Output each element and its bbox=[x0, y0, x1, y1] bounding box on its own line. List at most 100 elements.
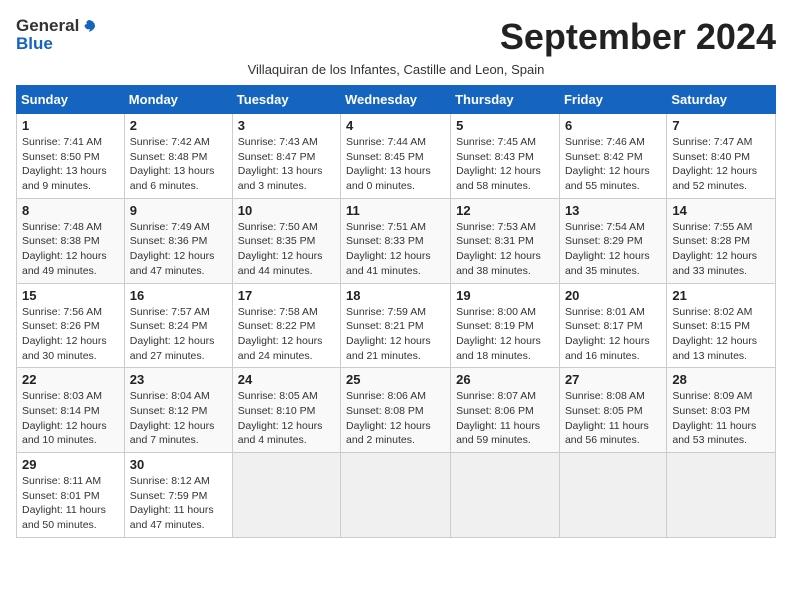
day-number: 16 bbox=[130, 288, 227, 303]
table-row bbox=[559, 453, 666, 538]
day-number: 25 bbox=[346, 372, 445, 387]
day-number: 27 bbox=[565, 372, 661, 387]
day-number: 12 bbox=[456, 203, 554, 218]
day-info: Sunrise: 8:05 AM Sunset: 8:10 PM Dayligh… bbox=[238, 390, 323, 446]
day-number: 13 bbox=[565, 203, 661, 218]
day-info: Sunrise: 8:01 AM Sunset: 8:17 PM Dayligh… bbox=[565, 306, 650, 362]
day-number: 11 bbox=[346, 203, 445, 218]
table-row: 7 Sunrise: 7:47 AM Sunset: 8:40 PM Daylig… bbox=[667, 114, 776, 199]
day-number: 2 bbox=[130, 118, 227, 133]
day-info: Sunrise: 8:06 AM Sunset: 8:08 PM Dayligh… bbox=[346, 390, 431, 446]
day-info: Sunrise: 7:59 AM Sunset: 8:21 PM Dayligh… bbox=[346, 306, 431, 362]
logo: General Blue bbox=[16, 16, 97, 54]
day-number: 15 bbox=[22, 288, 119, 303]
day-info: Sunrise: 7:58 AM Sunset: 8:22 PM Dayligh… bbox=[238, 306, 323, 362]
day-number: 21 bbox=[672, 288, 770, 303]
day-info: Sunrise: 7:51 AM Sunset: 8:33 PM Dayligh… bbox=[346, 221, 431, 277]
day-number: 20 bbox=[565, 288, 661, 303]
table-row: 5 Sunrise: 7:45 AM Sunset: 8:43 PM Daylig… bbox=[451, 114, 560, 199]
col-thursday: Thursday bbox=[451, 86, 560, 114]
day-number: 4 bbox=[346, 118, 445, 133]
day-info: Sunrise: 7:57 AM Sunset: 8:24 PM Dayligh… bbox=[130, 306, 215, 362]
table-row: 15 Sunrise: 7:56 AM Sunset: 8:26 PM Dayli… bbox=[17, 283, 125, 368]
day-info: Sunrise: 8:07 AM Sunset: 8:06 PM Dayligh… bbox=[456, 390, 540, 446]
table-row: 27Sunrise: 8:08 AM Sunset: 8:05 PM Dayli… bbox=[559, 368, 666, 453]
day-info: Sunrise: 7:56 AM Sunset: 8:26 PM Dayligh… bbox=[22, 306, 107, 362]
table-row: 22Sunrise: 8:03 AM Sunset: 8:14 PM Dayli… bbox=[17, 368, 125, 453]
day-number: 8 bbox=[22, 203, 119, 218]
day-number: 5 bbox=[456, 118, 554, 133]
day-info: Sunrise: 8:04 AM Sunset: 8:12 PM Dayligh… bbox=[130, 390, 215, 446]
day-number: 6 bbox=[565, 118, 661, 133]
day-info: Sunrise: 7:53 AM Sunset: 8:31 PM Dayligh… bbox=[456, 221, 541, 277]
table-row: 21 Sunrise: 8:02 AM Sunset: 8:15 PM Dayli… bbox=[667, 283, 776, 368]
day-info: Sunrise: 8:02 AM Sunset: 8:15 PM Dayligh… bbox=[672, 306, 757, 362]
day-info: Sunrise: 7:44 AM Sunset: 8:45 PM Dayligh… bbox=[346, 136, 431, 192]
table-row: 12 Sunrise: 7:53 AM Sunset: 8:31 PM Dayli… bbox=[451, 198, 560, 283]
day-number: 14 bbox=[672, 203, 770, 218]
logo-bird-icon bbox=[81, 18, 97, 34]
table-row: 26 Sunrise: 8:07 AM Sunset: 8:06 PM Dayli… bbox=[451, 368, 560, 453]
day-number: 23 bbox=[130, 372, 227, 387]
table-row bbox=[451, 453, 560, 538]
day-info: Sunrise: 8:03 AM Sunset: 8:14 PM Dayligh… bbox=[22, 390, 107, 446]
day-number: 9 bbox=[130, 203, 227, 218]
col-monday: Monday bbox=[124, 86, 232, 114]
logo-blue: Blue bbox=[16, 34, 97, 54]
table-row: 17 Sunrise: 7:58 AM Sunset: 8:22 PM Dayli… bbox=[232, 283, 340, 368]
table-row: 30Sunrise: 8:12 AM Sunset: 7:59 PM Dayli… bbox=[124, 453, 232, 538]
page-header: General Blue September 2024 bbox=[16, 16, 776, 58]
table-row: 16 Sunrise: 7:57 AM Sunset: 8:24 PM Dayli… bbox=[124, 283, 232, 368]
day-number: 7 bbox=[672, 118, 770, 133]
day-info: Sunrise: 7:45 AM Sunset: 8:43 PM Dayligh… bbox=[456, 136, 541, 192]
table-row: 20 Sunrise: 8:01 AM Sunset: 8:17 PM Dayli… bbox=[559, 283, 666, 368]
day-info: Sunrise: 7:47 AM Sunset: 8:40 PM Dayligh… bbox=[672, 136, 757, 192]
day-info: Sunrise: 7:55 AM Sunset: 8:28 PM Dayligh… bbox=[672, 221, 757, 277]
day-info: Sunrise: 8:00 AM Sunset: 8:19 PM Dayligh… bbox=[456, 306, 541, 362]
day-info: Sunrise: 7:50 AM Sunset: 8:35 PM Dayligh… bbox=[238, 221, 323, 277]
table-row: 3Sunrise: 7:43 AM Sunset: 8:47 PM Daylig… bbox=[232, 114, 340, 199]
table-row bbox=[667, 453, 776, 538]
day-number: 10 bbox=[238, 203, 335, 218]
table-row: 29Sunrise: 8:11 AM Sunset: 8:01 PM Dayli… bbox=[17, 453, 125, 538]
table-row: 18 Sunrise: 7:59 AM Sunset: 8:21 PM Dayli… bbox=[341, 283, 451, 368]
day-number: 18 bbox=[346, 288, 445, 303]
table-row: 4 Sunrise: 7:44 AM Sunset: 8:45 PM Daylig… bbox=[341, 114, 451, 199]
table-row: 11 Sunrise: 7:51 AM Sunset: 8:33 PM Dayli… bbox=[341, 198, 451, 283]
col-sunday: Sunday bbox=[17, 86, 125, 114]
table-row: 8 Sunrise: 7:48 AM Sunset: 8:38 PM Daylig… bbox=[17, 198, 125, 283]
day-number: 24 bbox=[238, 372, 335, 387]
day-info: Sunrise: 8:11 AM Sunset: 8:01 PM Dayligh… bbox=[22, 475, 106, 531]
day-number: 19 bbox=[456, 288, 554, 303]
month-title: September 2024 bbox=[500, 16, 776, 58]
day-number: 26 bbox=[456, 372, 554, 387]
table-row bbox=[232, 453, 340, 538]
day-info: Sunrise: 7:43 AM Sunset: 8:47 PM Dayligh… bbox=[238, 136, 323, 192]
calendar-table: Sunday Monday Tuesday Wednesday Thursday… bbox=[16, 85, 776, 538]
day-info: Sunrise: 7:42 AM Sunset: 8:48 PM Dayligh… bbox=[130, 136, 215, 192]
col-friday: Friday bbox=[559, 86, 666, 114]
table-row: 14 Sunrise: 7:55 AM Sunset: 8:28 PM Dayli… bbox=[667, 198, 776, 283]
table-row: 1 Sunrise: 7:41 AM Sunset: 8:50 PM Daylig… bbox=[17, 114, 125, 199]
day-number: 1 bbox=[22, 118, 119, 133]
subtitle: Villaquiran de los Infantes, Castille an… bbox=[16, 62, 776, 77]
table-row: 6 Sunrise: 7:46 AM Sunset: 8:42 PM Daylig… bbox=[559, 114, 666, 199]
day-info: Sunrise: 7:54 AM Sunset: 8:29 PM Dayligh… bbox=[565, 221, 650, 277]
day-number: 28 bbox=[672, 372, 770, 387]
table-row: 13 Sunrise: 7:54 AM Sunset: 8:29 PM Dayli… bbox=[559, 198, 666, 283]
day-number: 30 bbox=[130, 457, 227, 472]
table-row: 10 Sunrise: 7:50 AM Sunset: 8:35 PM Dayli… bbox=[232, 198, 340, 283]
day-info: Sunrise: 7:49 AM Sunset: 8:36 PM Dayligh… bbox=[130, 221, 215, 277]
day-number: 17 bbox=[238, 288, 335, 303]
day-info: Sunrise: 7:46 AM Sunset: 8:42 PM Dayligh… bbox=[565, 136, 650, 192]
logo-general: General bbox=[16, 16, 79, 36]
day-info: Sunrise: 7:48 AM Sunset: 8:38 PM Dayligh… bbox=[22, 221, 107, 277]
table-row: 23 Sunrise: 8:04 AM Sunset: 8:12 PM Dayli… bbox=[124, 368, 232, 453]
table-row: 19 Sunrise: 8:00 AM Sunset: 8:19 PM Dayli… bbox=[451, 283, 560, 368]
table-row bbox=[341, 453, 451, 538]
table-row: 9 Sunrise: 7:49 AM Sunset: 8:36 PM Daylig… bbox=[124, 198, 232, 283]
table-row: 28Sunrise: 8:09 AM Sunset: 8:03 PM Dayli… bbox=[667, 368, 776, 453]
table-row: 25 Sunrise: 8:06 AM Sunset: 8:08 PM Dayli… bbox=[341, 368, 451, 453]
day-info: Sunrise: 7:41 AM Sunset: 8:50 PM Dayligh… bbox=[22, 136, 107, 192]
table-row: 24 Sunrise: 8:05 AM Sunset: 8:10 PM Dayli… bbox=[232, 368, 340, 453]
